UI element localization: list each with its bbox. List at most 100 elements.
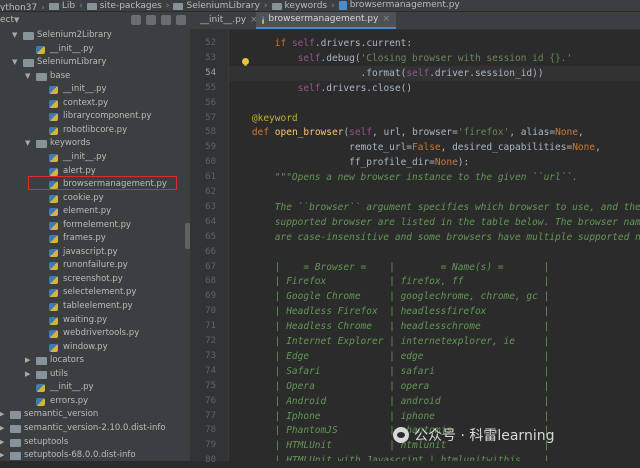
tree-folder-item[interactable]: ▼ Selenium2Library	[0, 29, 185, 42]
tree-file-item[interactable]: __init__.py	[0, 151, 185, 164]
line-number[interactable]: 66	[190, 245, 216, 260]
code-line[interactable]: supported browser are listed in the tabl…	[229, 215, 640, 230]
code-line[interactable]: | Headless Firefox | headlessfirefox |	[229, 304, 550, 319]
line-number[interactable]: 60	[190, 155, 216, 170]
line-number[interactable]: 63	[190, 200, 216, 215]
breadcrumb-item[interactable]: browsermanagement.py	[338, 0, 460, 11]
line-number[interactable]: 70	[190, 304, 216, 319]
code-line[interactable]: | Google Chrome | googlechrome, chrome, …	[229, 289, 550, 304]
line-number[interactable]: 75	[190, 379, 216, 394]
tree-file-item[interactable]: webdrivertools.py	[0, 327, 185, 340]
chevron-right-icon[interactable]: ▶	[0, 422, 4, 435]
code-line[interactable]: | HTMLUnit with Javascript | htmlunitwit…	[229, 453, 550, 461]
code-line[interactable]: remote_url=False, desired_capabilities=N…	[229, 140, 601, 155]
line-number[interactable]: 64	[190, 215, 216, 230]
line-number[interactable]: 59	[190, 140, 216, 155]
code-line[interactable]: | Android | android |	[229, 394, 550, 409]
code-line[interactable]: The ``browser`` argument specifies which…	[229, 200, 640, 215]
line-number[interactable]: 58	[190, 125, 216, 140]
tree-file-item[interactable]: element.py	[0, 205, 185, 218]
code-line[interactable]: | Firefox | firefox, ff |	[229, 274, 550, 289]
tree-file-item[interactable]: __init__.py	[0, 83, 185, 96]
line-number[interactable]: 57	[190, 111, 216, 126]
breadcrumb-item[interactable]: SeleniumLibrary ›	[173, 1, 268, 11]
chevron-right-icon[interactable]: ▶	[0, 408, 4, 421]
tree-file-item[interactable]: tableelement.py	[0, 300, 185, 313]
code-line[interactable]: @keyword	[229, 111, 298, 126]
line-number[interactable]: 73	[190, 349, 216, 364]
breadcrumb-item[interactable]: Lib ›	[48, 1, 84, 11]
tree-folder-item[interactable]: ▶ semantic_version	[0, 408, 185, 421]
code-line[interactable]: | Iphone | iphone |	[229, 409, 550, 424]
chevron-down-icon[interactable]: ▼	[12, 56, 17, 69]
project-label[interactable]: ect	[0, 12, 14, 29]
code-line[interactable]: | Safari | safari |	[229, 364, 550, 379]
breadcrumb-item[interactable]: site-packages ›	[86, 1, 171, 11]
tree-file-item[interactable]: context.py	[0, 97, 185, 110]
chevron-right-icon[interactable]: ▶	[25, 368, 30, 381]
line-number[interactable]: 77	[190, 409, 216, 424]
hide-icon[interactable]	[176, 15, 186, 25]
line-number[interactable]: 68	[190, 274, 216, 289]
tree-file-item[interactable]: cookie.py	[0, 192, 185, 205]
breadcrumb-item[interactable]: ython37 ›	[0, 3, 46, 11]
line-number[interactable]: 67	[190, 260, 216, 275]
chevron-right-icon[interactable]: ▶	[25, 354, 30, 367]
line-number[interactable]: 69	[190, 289, 216, 304]
line-number[interactable]: 61	[190, 170, 216, 185]
chevron-down-icon[interactable]: ▼	[12, 29, 17, 42]
chevron-down-icon[interactable]: ▼	[25, 70, 30, 83]
code-line[interactable]: .format(self.driver.session_id))	[229, 65, 640, 81]
code-line[interactable]: | Opera | opera |	[229, 379, 550, 394]
line-number[interactable]: 54	[190, 66, 216, 81]
tree-folder-item[interactable]: ▶ semantic_version-2.10.0.dist-info	[0, 422, 185, 435]
tree-folder-item[interactable]: ▼ SeleniumLibrary	[0, 56, 185, 69]
line-number[interactable]: 74	[190, 364, 216, 379]
chevron-down-icon[interactable]: ▼	[25, 137, 30, 150]
tree-file-item[interactable]: javascript.py	[0, 246, 185, 259]
code-line[interactable]: def open_browser(self, url, browser='fir…	[229, 125, 584, 140]
line-number[interactable]: 79	[190, 438, 216, 453]
line-number[interactable]: 55	[190, 81, 216, 96]
tree-file-item[interactable]: screenshot.py	[0, 273, 185, 286]
tree-folder-item[interactable]: ▼ base	[0, 70, 185, 83]
tree-file-item[interactable]: waiting.py	[0, 314, 185, 327]
locate-icon[interactable]	[131, 15, 141, 25]
code-line[interactable]: | Headless Chrome | headlesschrome |	[229, 319, 550, 334]
tree-file-item[interactable]: __init__.py	[0, 43, 185, 56]
line-number[interactable]: 65	[190, 230, 216, 245]
tree-file-item[interactable]: selectelement.py	[0, 286, 185, 299]
code-line[interactable]: """Opens a new browser instance to the g…	[229, 170, 578, 185]
tree-file-item[interactable]: errors.py	[0, 395, 185, 408]
line-number[interactable]: 52	[190, 36, 216, 51]
tree-file-item[interactable]: robotlibcore.py	[0, 124, 185, 137]
tree-file-item[interactable]: formelement.py	[0, 219, 185, 232]
collapse-all-icon[interactable]	[146, 15, 156, 25]
code-line[interactable]: self.drivers.close()	[229, 81, 412, 96]
code-line[interactable]: are case-insensitive and some browsers h…	[229, 230, 640, 245]
line-number[interactable]: 72	[190, 334, 216, 349]
line-number[interactable]: 53	[190, 51, 216, 66]
code-line[interactable]: ff_profile_dir=None):	[229, 155, 469, 170]
tree-file-item[interactable]: runonfailure.py	[0, 259, 185, 272]
chevron-down-icon[interactable]: ▼	[14, 12, 19, 29]
code-line[interactable]: | = Browser = | = Name(s) = |	[229, 260, 550, 275]
line-number[interactable]: 62	[190, 185, 216, 200]
gear-icon[interactable]	[161, 15, 171, 25]
tree-folder-item[interactable]: ▶ setuptools-68.0.0.dist-info	[0, 449, 185, 461]
close-icon[interactable]: ×	[382, 11, 390, 28]
chevron-right-icon[interactable]: ▶	[0, 449, 4, 461]
tree-folder-item[interactable]: ▼ keywords	[0, 137, 185, 150]
tree-file-item[interactable]: librarycomponent.py	[0, 110, 185, 123]
tree-folder-item[interactable]: ▶ utils	[0, 368, 185, 381]
line-number[interactable]: 76	[190, 394, 216, 409]
tree-file-item[interactable]: frames.py	[0, 232, 185, 245]
tree-folder-item[interactable]: ▶ setuptools	[0, 436, 185, 449]
tab-init[interactable]: __init__.py ×	[190, 12, 258, 29]
code-line[interactable]: | Edge | edge |	[229, 349, 550, 364]
line-number[interactable]: 71	[190, 319, 216, 334]
code-line[interactable]: self.debug('Closing browser with session…	[229, 51, 573, 66]
line-number[interactable]: 56	[190, 96, 216, 111]
tab-browsermanagement[interactable]: browsermanagement.py ×	[256, 12, 396, 29]
tree-file-item[interactable]: __init__.py	[0, 381, 185, 394]
